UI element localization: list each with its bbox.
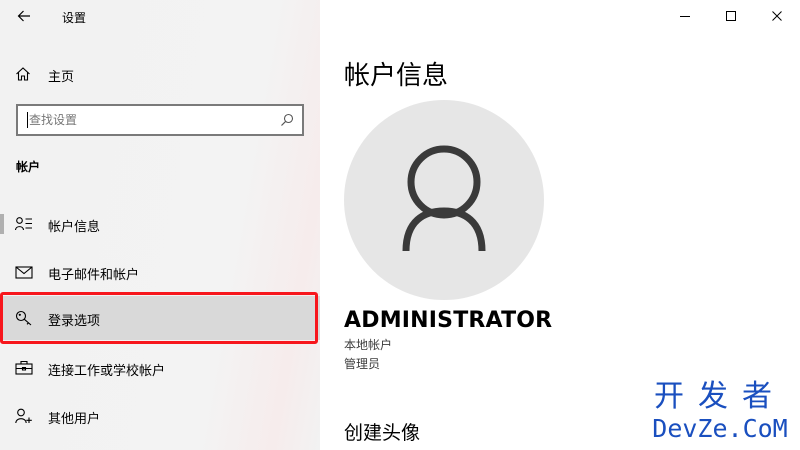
sidebar-item-label: 连接工作或学校帐户: [48, 364, 166, 379]
text-caret: [27, 112, 28, 128]
sidebar-item-other-users[interactable]: 其他用户: [0, 394, 320, 438]
sidebar-item-label: 其他用户: [48, 412, 101, 427]
sidebar-item-sign-in-options[interactable]: 登录选项: [0, 296, 320, 340]
sidebar-item-work-school[interactable]: 连接工作或学校帐户: [0, 346, 320, 390]
close-icon: [772, 11, 782, 21]
selection-indicator: [0, 214, 4, 234]
close-button[interactable]: [754, 0, 800, 32]
key-icon: [15, 310, 32, 326]
create-avatar-heading: 创建头像: [344, 422, 421, 444]
back-button[interactable]: [8, 0, 40, 32]
sidebar-item-email-accounts[interactable]: 电子邮件和帐户: [0, 250, 320, 294]
sidebar-item-label: 电子邮件和帐户: [48, 268, 140, 283]
maximize-button[interactable]: [708, 0, 754, 32]
page-title: 帐户信息: [344, 61, 449, 91]
avatar: [344, 100, 544, 300]
sidebar-item-home[interactable]: 主页: [0, 58, 320, 90]
account-info-icon: [15, 217, 32, 231]
person-add-icon: [15, 408, 32, 424]
minimize-button[interactable]: [662, 0, 708, 32]
watermark-line1: 开发者: [654, 379, 786, 414]
search-icon[interactable]: [280, 113, 294, 127]
sidebar-item-label: 登录选项: [48, 314, 101, 329]
briefcase-icon: [15, 360, 33, 375]
user-name: ADMINISTRATOR: [344, 308, 553, 333]
sidebar: 设置 主页 帐户 帐户信息 电子邮件和帐户: [0, 0, 320, 450]
sidebar-item-label: 帐户信息: [48, 220, 101, 235]
back-arrow-icon: [17, 10, 30, 22]
sidebar-item-account-info[interactable]: 帐户信息: [0, 202, 320, 246]
search-input[interactable]: [29, 111, 269, 129]
watermark-line2: DevZe.CoM: [652, 414, 788, 443]
watermark: 开发者 DevZe.CoM: [640, 380, 800, 450]
home-icon: [16, 67, 30, 81]
mail-icon: [15, 266, 33, 279]
window-title: 设置: [62, 11, 87, 25]
user-role: 管理员: [344, 357, 381, 371]
person-icon: [402, 145, 486, 252]
section-header: 帐户: [16, 160, 41, 174]
minimize-icon: [680, 16, 690, 17]
account-type: 本地帐户: [344, 338, 393, 352]
maximize-icon: [726, 11, 736, 21]
home-label: 主页: [48, 70, 75, 85]
search-box[interactable]: [16, 104, 304, 136]
